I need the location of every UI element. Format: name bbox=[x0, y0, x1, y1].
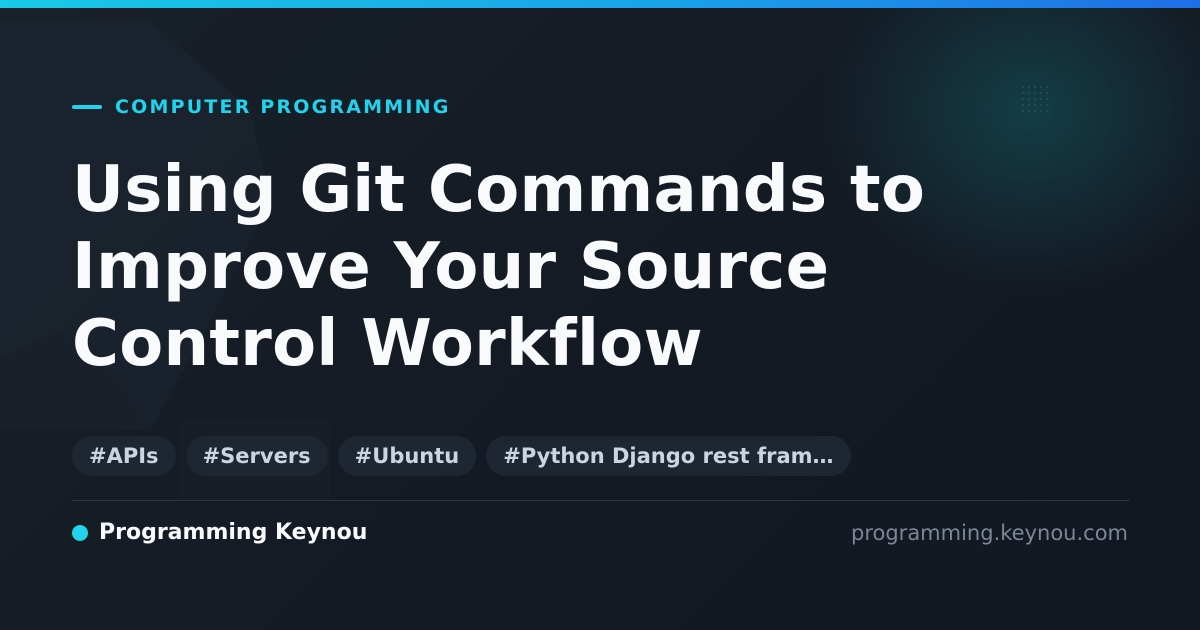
footer-divider bbox=[72, 500, 1130, 501]
social-card: COMPUTER PROGRAMMING Using Git Commands … bbox=[0, 0, 1200, 630]
brand-name: Programming Keynou bbox=[99, 520, 368, 545]
headline-line: Improve Your Source bbox=[72, 230, 830, 304]
tag-ubuntu[interactable]: #Ubuntu bbox=[337, 436, 477, 476]
tag-apis[interactable]: #APIs bbox=[72, 436, 176, 476]
tag-list: #APIs #Servers #Ubuntu #Python Django re… bbox=[72, 436, 851, 476]
article-headline: Using Git Commands to Improve Your Sourc… bbox=[72, 152, 1072, 383]
dot-grid-decoration bbox=[1020, 86, 1050, 114]
tag-servers[interactable]: #Servers bbox=[185, 436, 328, 476]
brand-dot-icon bbox=[72, 525, 88, 541]
category-label: COMPUTER PROGRAMMING bbox=[115, 96, 451, 118]
category-row: COMPUTER PROGRAMMING bbox=[72, 94, 451, 120]
accent-dash-icon bbox=[72, 105, 102, 109]
brand: Programming Keynou bbox=[72, 518, 367, 548]
headline-line: Control Workflow bbox=[72, 307, 703, 381]
tag-python-django[interactable]: #Python Django rest fram… bbox=[486, 436, 851, 476]
headline-line: Using Git Commands to bbox=[72, 153, 926, 227]
site-url[interactable]: programming.keynou.com bbox=[851, 518, 1128, 548]
